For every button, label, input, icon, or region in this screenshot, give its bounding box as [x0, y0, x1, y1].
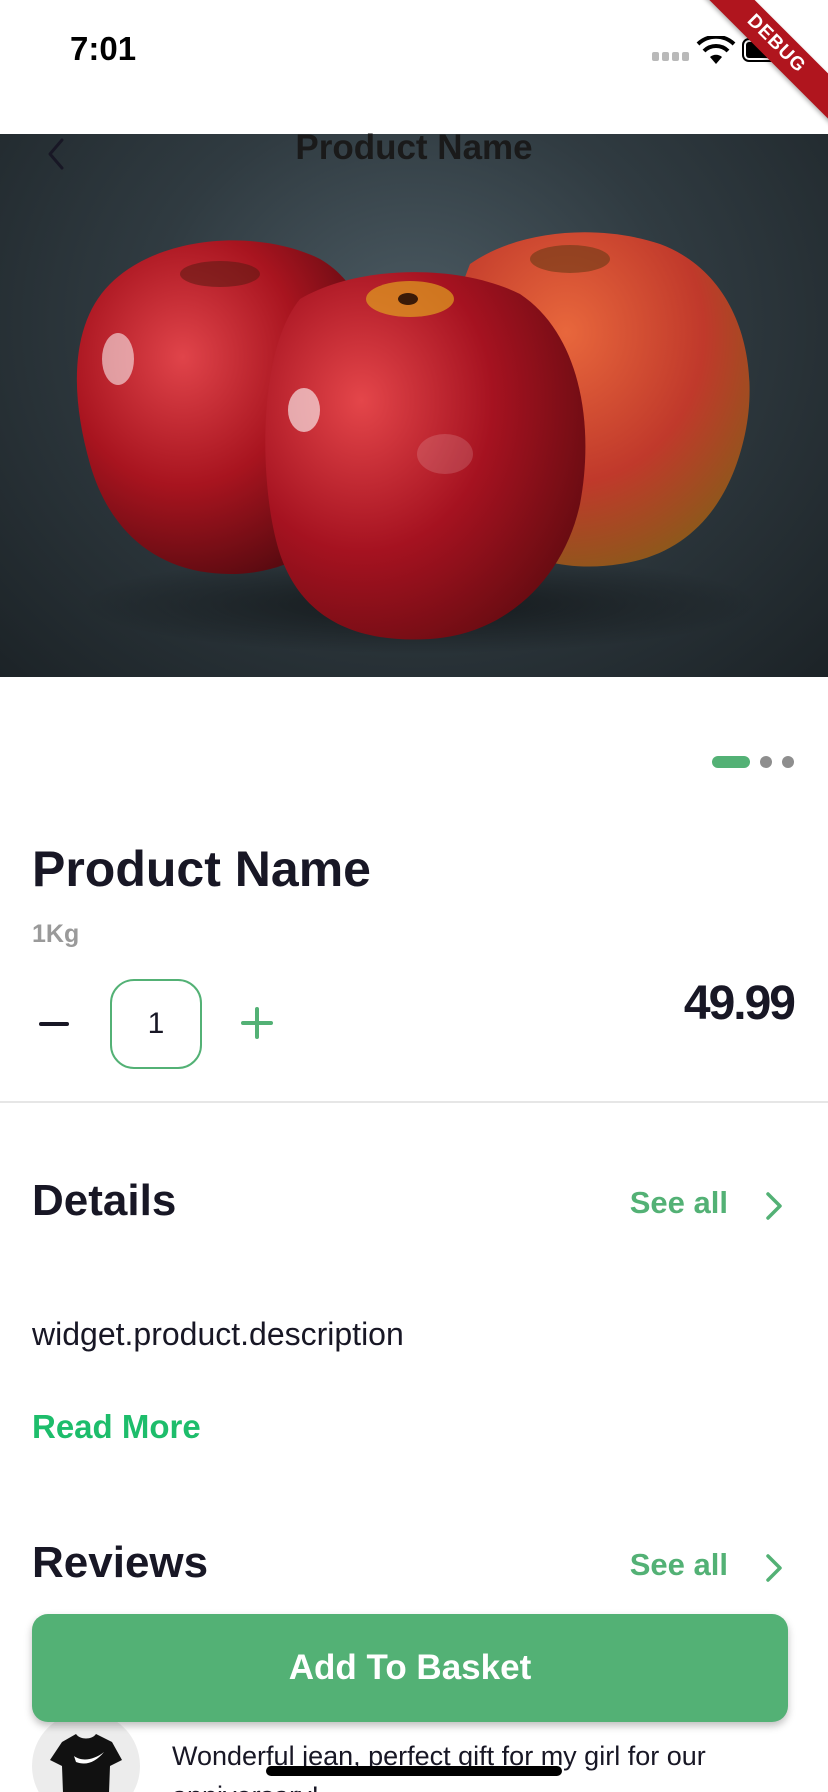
wifi-icon [696, 36, 736, 64]
carousel-dot-active[interactable] [712, 756, 750, 768]
status-bar: 7:01 [0, 0, 828, 134]
product-unit: 1Kg [32, 920, 80, 948]
status-time: 7:01 [70, 30, 137, 67]
carousel-dot[interactable] [760, 756, 772, 768]
product-image [76, 232, 760, 654]
decrement-button[interactable] [34, 994, 74, 1054]
app-bar-title: Product Name [295, 128, 533, 167]
reviews-see-all-button[interactable]: See all [630, 1547, 728, 1583]
home-indicator[interactable] [266, 1766, 562, 1776]
tshirt-image [50, 1734, 122, 1792]
product-name: Product Name [32, 841, 371, 897]
add-to-basket-button[interactable]: Add To Basket [32, 1614, 788, 1722]
product-image-carousel[interactable] [0, 134, 828, 677]
details-see-all-button[interactable]: See all [630, 1185, 728, 1221]
details-title: Details [32, 1176, 177, 1225]
minus-icon [39, 1022, 69, 1026]
cellular-signal-icon [652, 52, 689, 61]
carousel-indicator [712, 756, 794, 768]
product-price: 49.99 [683, 977, 796, 1030]
carousel-dot[interactable] [782, 756, 794, 768]
divider [0, 1101, 828, 1103]
increment-button[interactable] [238, 1004, 276, 1042]
review-text: Wonderful jean, perfect gift for my girl… [172, 1741, 706, 1792]
product-description: widget.product.description [32, 1316, 404, 1352]
chevron-right-icon[interactable] [760, 1550, 788, 1586]
chevron-right-icon[interactable] [760, 1188, 788, 1224]
reviews-title: Reviews [32, 1538, 209, 1587]
reviewer-avatar [32, 1712, 140, 1792]
quantity-field[interactable]: 1 [110, 979, 202, 1069]
read-more-link[interactable]: Read More [32, 1408, 201, 1446]
